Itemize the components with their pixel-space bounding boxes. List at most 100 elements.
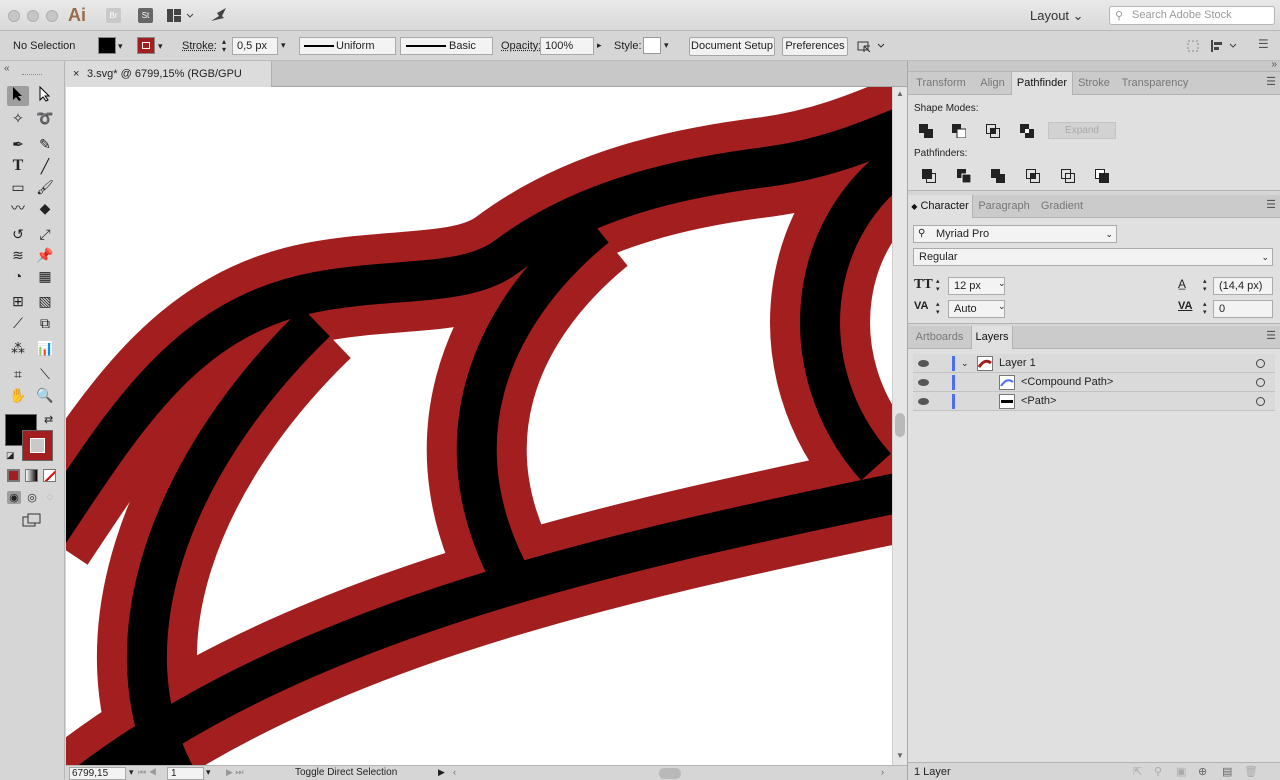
puppet-warp-tool-icon[interactable]: 📌 xyxy=(34,245,56,265)
collapse-dock-icon[interactable]: » xyxy=(1271,59,1277,70)
minimize-window-button[interactable] xyxy=(27,10,39,22)
intersect-icon[interactable] xyxy=(986,124,1000,138)
vertical-scrollbar[interactable]: ▲ ▼ xyxy=(892,87,907,765)
stroke-label[interactable]: Stroke: xyxy=(182,39,217,53)
scroll-left-icon[interactable]: ‹ xyxy=(453,767,456,777)
slice-tool-icon[interactable]: ⟍ xyxy=(34,364,56,384)
exclude-icon[interactable] xyxy=(1020,124,1034,138)
last-artboard-icon[interactable]: ▶ ⏭ xyxy=(226,767,244,778)
kerning-field[interactable]: Auto xyxy=(948,300,1005,318)
stroke-profile-select[interactable]: Uniform xyxy=(299,37,396,55)
chevron-down-icon[interactable]: ▾ xyxy=(664,40,669,51)
scale-tool-icon[interactable]: ⤢ xyxy=(34,224,56,244)
font-family-select[interactable]: ⚲ Myriad Pro ⌄ xyxy=(913,225,1117,243)
gradient-mode-icon[interactable] xyxy=(25,469,38,482)
tab-align[interactable]: Align xyxy=(974,72,1011,95)
new-layer-icon[interactable]: ▤ xyxy=(1222,765,1232,778)
column-graph-tool-icon[interactable]: 📊 xyxy=(34,338,56,358)
target-ring-icon[interactable] xyxy=(1256,359,1265,368)
graphic-style-swatch[interactable] xyxy=(643,37,661,54)
export-assets-icon[interactable]: ⇱ xyxy=(1133,765,1142,778)
stock-search-input[interactable]: ⚲ Search Adobe Stock xyxy=(1109,6,1275,25)
kerning-stepper[interactable]: ▴ ▾ xyxy=(936,301,940,317)
chevron-down-icon[interactable]: ⌄ xyxy=(998,278,1006,289)
zoom-tool-icon[interactable]: 🔍 xyxy=(34,385,56,405)
layer-row[interactable]: <Path> xyxy=(913,392,1275,411)
unite-icon[interactable] xyxy=(919,124,933,138)
magic-wand-tool-icon[interactable]: ✧ xyxy=(7,108,29,128)
tab-artboards[interactable]: Artboards xyxy=(908,326,971,349)
minus-back-icon[interactable] xyxy=(1095,169,1109,183)
none-mode-icon[interactable] xyxy=(43,469,56,482)
symbol-sprayer-tool-icon[interactable]: ⁂ xyxy=(7,338,29,358)
artboard-number-field[interactable]: 1 xyxy=(167,767,204,780)
zoom-level-field[interactable]: 6799,15 xyxy=(69,767,126,780)
brush-definition-select[interactable]: Basic xyxy=(400,37,493,55)
draw-behind-icon[interactable]: ◎ xyxy=(25,491,39,504)
transform-panel-icon[interactable] xyxy=(1186,39,1200,53)
stroke-color-box[interactable] xyxy=(22,430,53,461)
gpu-performance-icon[interactable] xyxy=(210,7,228,23)
expand-button[interactable]: Expand xyxy=(1048,122,1116,139)
type-tool-icon[interactable]: T xyxy=(7,156,29,176)
arrange-documents-icon[interactable] xyxy=(167,9,195,22)
target-ring-icon[interactable] xyxy=(1256,378,1265,387)
panel-menu-icon[interactable]: ☰ xyxy=(1266,331,1276,342)
layer-row[interactable]: ⌄ Layer 1 xyxy=(913,354,1275,373)
select-similar-icon[interactable] xyxy=(857,39,887,53)
chevron-down-icon[interactable]: ⌄ xyxy=(998,301,1006,312)
opacity-label[interactable]: Opacity: xyxy=(501,39,541,53)
align-menu-icon[interactable] xyxy=(1210,39,1240,53)
vertical-scroll-thumb[interactable] xyxy=(895,413,905,437)
layer-row[interactable]: <Compound Path> xyxy=(913,373,1275,392)
locate-object-icon[interactable]: ⚲ xyxy=(1154,765,1162,778)
chevron-down-icon[interactable]: ▾ xyxy=(118,41,123,52)
merge-icon[interactable] xyxy=(991,169,1005,183)
font-style-select[interactable]: Regular ⌄ xyxy=(913,248,1273,266)
leading-stepper[interactable]: ▴ ▾ xyxy=(1203,278,1207,294)
zoom-window-button[interactable] xyxy=(46,10,58,22)
eyedropper-tool-icon[interactable]: ⟋ xyxy=(7,313,29,333)
curvature-tool-icon[interactable]: ✎ xyxy=(34,134,56,154)
chevron-right-icon[interactable]: ▸ xyxy=(597,40,602,51)
layer-name[interactable]: <Compound Path> xyxy=(1021,373,1113,392)
warp-tool-icon[interactable]: ≋ xyxy=(7,245,29,265)
leading-field[interactable]: (14,4 px) xyxy=(1213,277,1273,295)
tab-pathfinder[interactable]: Pathfinder xyxy=(1011,72,1073,95)
scroll-up-icon[interactable]: ▲ xyxy=(896,89,904,98)
crop-icon[interactable] xyxy=(1026,169,1040,183)
delete-layer-icon[interactable]: 🗑 xyxy=(1244,765,1258,778)
line-segment-tool-icon[interactable]: ╱ xyxy=(34,156,56,176)
close-window-button[interactable] xyxy=(8,10,20,22)
preferences-button[interactable]: Preferences xyxy=(782,37,848,56)
target-ring-icon[interactable] xyxy=(1256,397,1265,406)
selection-tool-icon[interactable] xyxy=(7,86,29,106)
horizontal-scroll-thumb[interactable] xyxy=(659,768,681,779)
tab-stroke[interactable]: Stroke xyxy=(1073,72,1115,95)
layer-name[interactable]: Layer 1 xyxy=(999,354,1036,373)
paintbrush-tool-icon[interactable]: 🖌 xyxy=(34,177,56,197)
draw-normal-icon[interactable]: ◉ xyxy=(7,491,21,504)
visibility-eye-icon[interactable] xyxy=(918,379,929,386)
stroke-weight-field[interactable]: 0,5 px xyxy=(232,37,278,55)
tab-paragraph[interactable]: Paragraph xyxy=(973,195,1035,218)
first-artboard-icon[interactable]: ⏮ ◀ xyxy=(138,767,157,778)
tab-gradient[interactable]: Gradient xyxy=(1035,195,1089,218)
divide-icon[interactable] xyxy=(922,169,936,183)
stroke-stepper[interactable]: ▴ ▾ xyxy=(218,38,230,55)
outline-icon[interactable] xyxy=(1061,169,1075,183)
gradient-tool-icon[interactable]: ▧ xyxy=(34,291,56,311)
tab-character[interactable]: ◆ Character xyxy=(908,195,973,218)
visibility-eye-icon[interactable] xyxy=(918,360,929,367)
tab-transparency[interactable]: Transparency xyxy=(1115,72,1195,95)
artboard-canvas[interactable] xyxy=(66,87,892,765)
status-menu-icon[interactable]: ▶ xyxy=(438,767,445,778)
eraser-tool-icon[interactable]: ◆ xyxy=(34,198,56,218)
hand-tool-icon[interactable]: ✋ xyxy=(7,385,29,405)
control-bar-menu-icon[interactable]: ☰ xyxy=(1258,38,1270,52)
perspective-grid-tool-icon[interactable]: ▦ xyxy=(34,266,56,286)
scroll-right-icon[interactable]: › xyxy=(881,767,884,777)
rectangle-tool-icon[interactable]: ▭ xyxy=(7,177,29,197)
color-mode-icon[interactable] xyxy=(7,469,20,482)
chevron-down-icon[interactable]: ▾ xyxy=(206,767,211,778)
